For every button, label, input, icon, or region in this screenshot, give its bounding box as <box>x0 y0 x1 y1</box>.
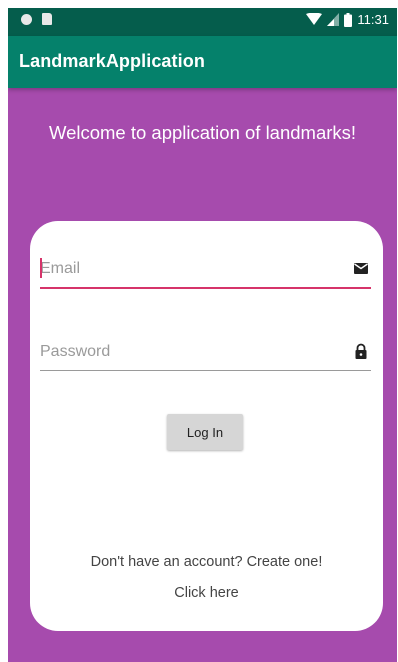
status-time: 11:31 <box>357 12 389 27</box>
signup-prompt: Don't have an account? Create one! <box>90 554 323 570</box>
signal-icon <box>327 13 340 26</box>
email-input[interactable] <box>40 255 330 283</box>
login-card: Log In Don't have an account? Create one… <box>30 221 383 631</box>
signup-link[interactable]: Click here <box>30 585 383 601</box>
welcome-text: Welcome to application of landmarks! <box>48 122 357 143</box>
wifi-icon <box>306 13 323 25</box>
status-left-icons <box>21 13 52 25</box>
notification-dot-icon <box>21 13 32 25</box>
battery-icon <box>344 12 353 27</box>
lock-icon <box>355 343 367 359</box>
mail-icon <box>354 263 368 274</box>
status-bar: 11:31 <box>8 8 397 36</box>
password-field[interactable] <box>40 336 371 371</box>
password-input[interactable] <box>40 338 330 366</box>
status-right-icons: 11:31 <box>306 12 389 27</box>
app-bar: LandmarkApplication <box>8 36 397 88</box>
app-title: LandmarkApplication <box>19 51 205 71</box>
text-cursor <box>40 258 42 278</box>
sd-card-icon <box>42 13 52 25</box>
email-field[interactable] <box>40 253 371 289</box>
device-screen: 11:31 LandmarkApplication Welcome to app… <box>8 8 397 662</box>
login-button[interactable]: Log In <box>167 414 243 450</box>
